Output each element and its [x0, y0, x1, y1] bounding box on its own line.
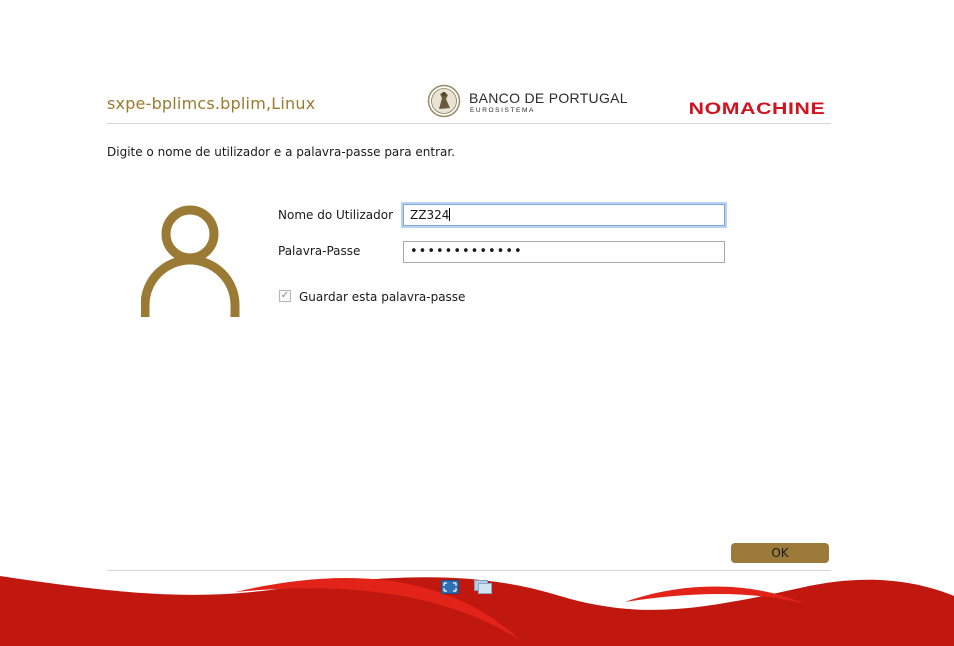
window-switch-icon[interactable] — [474, 580, 492, 594]
text-caret — [449, 208, 451, 221]
nomachine-logo: NOMACHINE — [688, 99, 825, 118]
bank-emblem-icon — [427, 84, 461, 118]
decorative-red-wave — [0, 576, 954, 646]
remember-password-label: Guardar esta palavra-passe — [299, 290, 466, 304]
login-instruction: Digite o nome de utilizador e a palavra-… — [107, 145, 456, 159]
password-value: ••••••••••••• — [410, 244, 523, 259]
remember-password-checkbox[interactable]: ✓ — [279, 290, 291, 302]
bank-subtitle: EUROSISTEMA — [470, 107, 535, 114]
username-label: Nome do Utilizador — [278, 208, 394, 222]
header-divider — [107, 123, 831, 124]
bank-logo: BANCO DE PORTUGAL EUROSISTEMA — [427, 84, 637, 118]
checkmark-icon: ✓ — [280, 290, 290, 301]
bank-name: BANCO DE PORTUGAL — [469, 90, 628, 106]
password-label: Palavra-Passe — [278, 244, 361, 258]
header: sxpe-bplimcs.bplim,Linux BANCO DE PORTUG… — [107, 84, 831, 124]
host-title: sxpe-bplimcs.bplim,Linux — [107, 94, 316, 113]
password-input[interactable]: ••••••••••••• — [403, 241, 725, 263]
user-avatar-icon — [141, 205, 240, 317]
username-value: ZZ324 — [410, 208, 450, 222]
fullscreen-icon[interactable] — [441, 580, 459, 594]
username-input[interactable]: ZZ324 — [403, 204, 725, 226]
